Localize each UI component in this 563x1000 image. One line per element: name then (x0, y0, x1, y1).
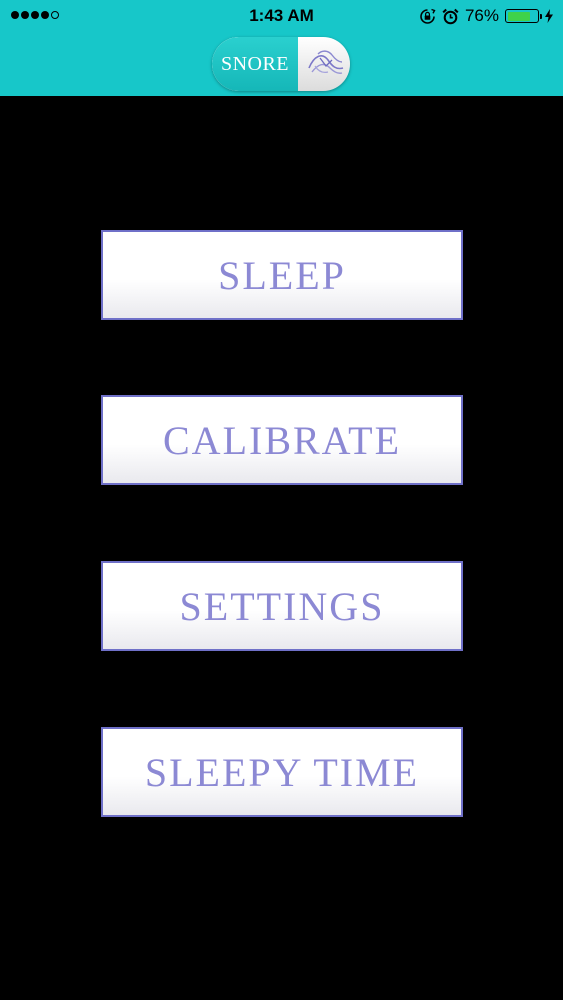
sleep-button[interactable]: SLEEP (101, 230, 463, 320)
calibrate-button[interactable]: CALIBRATE (101, 395, 463, 485)
battery-icon (505, 9, 542, 23)
alarm-icon (442, 8, 459, 24)
snore-logo-mark-icon (308, 50, 344, 74)
settings-button[interactable]: SETTINGS (101, 561, 463, 651)
status-right-group: 76% (419, 6, 553, 26)
sleepy-time-button[interactable]: SLEEPY TIME (101, 727, 463, 817)
status-bar: 1:43 AM 76% (0, 0, 563, 34)
app-header: 1:43 AM 76% SNORE (0, 0, 563, 96)
charging-bolt-icon (545, 9, 553, 23)
battery-percentage: 76% (464, 6, 499, 25)
rotation-lock-icon (420, 8, 436, 24)
battery-level-fill (507, 11, 530, 21)
app-logo: SNORE (212, 37, 350, 91)
logo-text: SNORE (220, 53, 290, 75)
